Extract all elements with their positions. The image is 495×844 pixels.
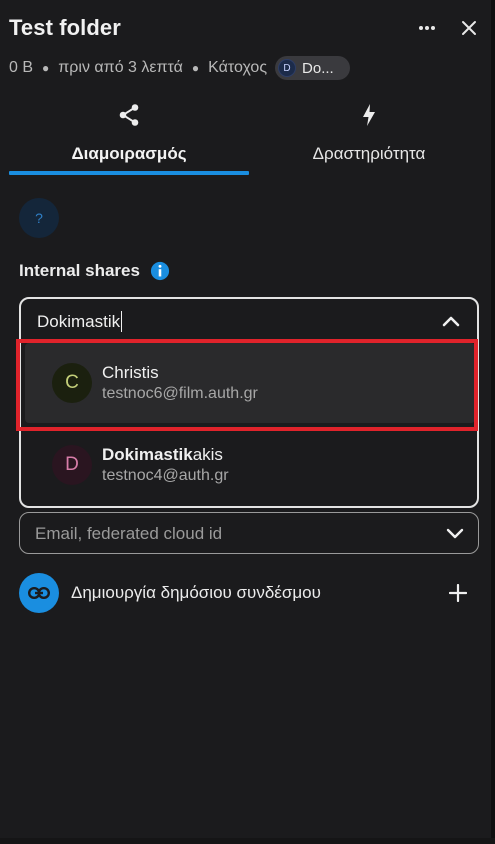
external-share-placeholder: Email, federated cloud id xyxy=(35,524,223,543)
separator-dot: ● xyxy=(42,61,50,75)
owner-chip[interactable]: D Do... xyxy=(275,56,350,80)
panel-bottom-border xyxy=(0,838,495,844)
chevron-down-icon[interactable] xyxy=(444,522,466,544)
separator-dot: ● xyxy=(191,61,200,75)
suggestion-item[interactable]: D Dokimastikakis testnoc4@auth.gr xyxy=(25,425,475,505)
internal-shares-title: Internal shares xyxy=(19,261,140,280)
external-share-select[interactable]: Email, federated cloud id xyxy=(19,512,479,554)
suggestion-item[interactable]: C Christis testnoc6@film.auth.gr xyxy=(25,343,475,423)
more-actions-icon[interactable] xyxy=(417,18,437,38)
tab-activity[interactable]: Δραστηριότητα xyxy=(249,103,489,177)
owner-avatar: D xyxy=(278,59,297,77)
suggestion-name: Christis xyxy=(102,363,159,382)
avatar: D xyxy=(52,445,92,485)
link-icon xyxy=(19,573,59,613)
avatar: C xyxy=(52,363,92,403)
owner-name: Do... xyxy=(302,59,334,77)
file-meta: 0 B ● πριν από 3 λεπτά ● Κάτοχος D Do... xyxy=(9,56,350,80)
sharee-search-input[interactable]: Dokimastik xyxy=(37,311,123,332)
file-size: 0 B xyxy=(9,59,34,76)
close-icon[interactable] xyxy=(459,18,479,38)
sidebar-panel: Test folder 0 B ● πριν από 3 λεπτά ● Κάτ… xyxy=(0,0,495,844)
share-icon xyxy=(9,103,249,131)
suggestion-name-rest: akis xyxy=(192,445,223,464)
sharee-search-combobox[interactable]: Dokimastik C Christis testnoc6@film.auth… xyxy=(19,297,479,508)
suggestion-name-match: Dokimastik xyxy=(102,445,193,464)
public-link-row[interactable]: Δημιουργία δημόσιου συνδέσμου xyxy=(19,572,479,614)
tab-sharing[interactable]: Διαμοιρασμός xyxy=(9,103,249,177)
header: Test folder xyxy=(9,15,489,41)
public-link-label: Δημιουργία δημόσιου συνδέσμου xyxy=(71,583,321,602)
suggestion-text: Dokimastikakis testnoc4@auth.gr xyxy=(102,445,229,485)
header-actions xyxy=(417,18,479,38)
tab-activity-label: Δραστηριότητα xyxy=(312,144,426,163)
suggestion-text: Christis testnoc6@film.auth.gr xyxy=(102,363,258,403)
modified-time: πριν από 3 λεπτά xyxy=(58,59,183,76)
tab-sharing-label: Διαμοιρασμός xyxy=(71,144,187,163)
lightning-icon xyxy=(249,103,489,131)
owner-label: Κάτοχος xyxy=(208,59,268,76)
suggestion-email: testnoc4@auth.gr xyxy=(102,467,229,484)
internal-shares-heading: Internal shares xyxy=(19,261,170,281)
suggestion-email: testnoc6@film.auth.gr xyxy=(102,385,258,402)
info-icon[interactable] xyxy=(150,261,170,281)
help-button[interactable]: ? xyxy=(19,198,59,238)
chevron-up-icon[interactable] xyxy=(439,309,463,333)
tab-bar: Διαμοιρασμός Δραστηριότητα xyxy=(9,103,489,177)
plus-icon[interactable] xyxy=(447,582,469,604)
panel-border xyxy=(491,0,495,844)
search-value: Dokimastik xyxy=(37,311,121,331)
active-tab-indicator xyxy=(9,171,249,175)
text-cursor xyxy=(121,311,123,332)
suggestion-name: Dokimastikakis xyxy=(102,445,229,465)
